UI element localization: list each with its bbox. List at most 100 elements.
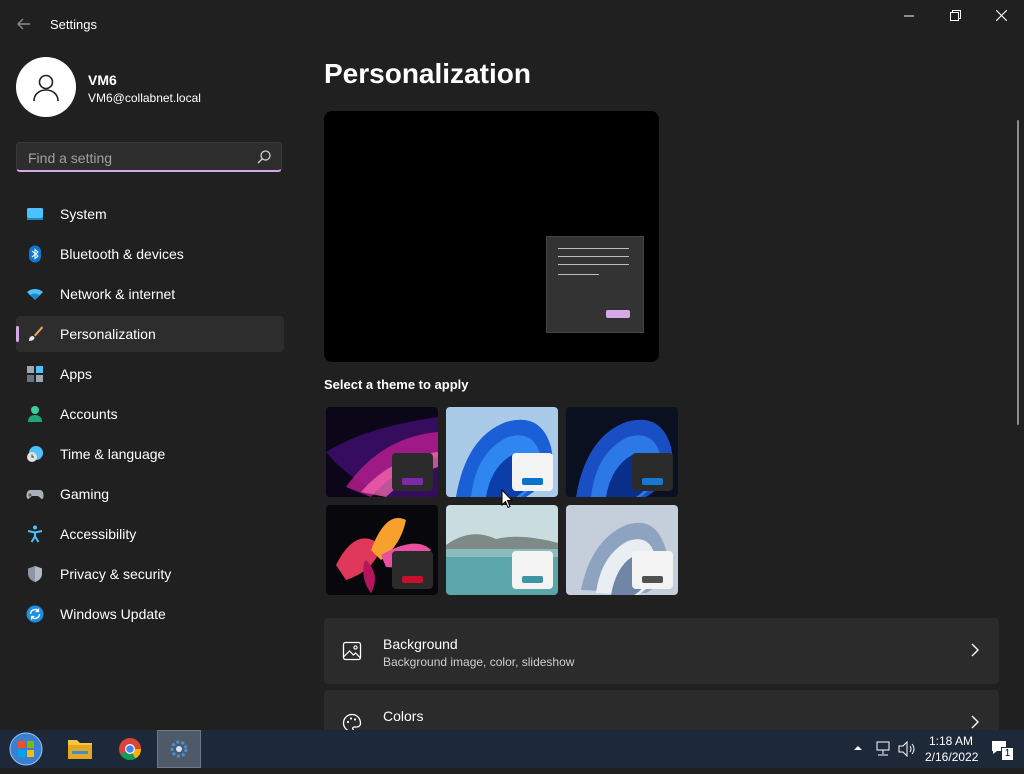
- image-icon: [342, 641, 362, 661]
- theme-card: [392, 551, 433, 589]
- person-icon: [33, 74, 59, 102]
- sidebar-item-label: Accounts: [60, 406, 118, 422]
- theme-tile-bloom-light[interactable]: [446, 407, 558, 497]
- preview-line: [558, 248, 629, 249]
- notification-center-button[interactable]: 1: [990, 738, 1014, 761]
- theme-accent: [402, 576, 423, 583]
- restore-button[interactable]: [932, 0, 978, 32]
- title-bar: Settings: [0, 0, 1024, 48]
- close-button[interactable]: [978, 0, 1024, 32]
- close-icon: [995, 9, 1007, 22]
- minimize-button[interactable]: [886, 0, 932, 32]
- sidebar-item-accessibility[interactable]: Accessibility: [16, 516, 284, 552]
- sidebar-item-label: Gaming: [60, 486, 110, 502]
- sidebar-item-label: Network & internet: [60, 286, 176, 302]
- setting-subtitle: Background image, color, slideshow: [383, 655, 575, 669]
- start-button[interactable]: [4, 730, 48, 768]
- page-title: Personalization: [324, 58, 531, 89]
- sidebar-nav: System Bluetooth & devices Network & int…: [16, 196, 284, 636]
- brush-icon: [29, 326, 43, 341]
- sidebar-item-system[interactable]: System: [16, 196, 284, 232]
- back-button[interactable]: [14, 14, 34, 34]
- theme-accent: [522, 478, 543, 485]
- sidebar-item-label: Windows Update: [60, 606, 166, 622]
- window-title: Settings: [50, 17, 97, 32]
- palette-icon: [342, 713, 362, 730]
- notification-badge: 1: [1001, 747, 1014, 761]
- sidebar-item-windows-update[interactable]: Windows Update: [16, 596, 284, 632]
- theme-card: [512, 453, 553, 491]
- sidebar-item-label: Privacy & security: [60, 566, 172, 582]
- sidebar-item-label: Apps: [60, 366, 92, 382]
- sidebar-item-label: Personalization: [60, 326, 156, 342]
- start-orb-icon: [9, 732, 43, 766]
- wifi-icon: [27, 289, 43, 300]
- setting-row-background[interactable]: Background Background image, color, slid…: [324, 618, 999, 684]
- system-icon: [27, 208, 43, 220]
- user-name: VM6: [88, 72, 117, 88]
- search-icon[interactable]: [256, 149, 272, 165]
- theme-tile-captured-motion[interactable]: [326, 505, 438, 595]
- preview-line: [558, 274, 599, 275]
- shield-icon: [28, 566, 42, 582]
- back-arrow-icon: [17, 18, 30, 30]
- avatar: [16, 57, 76, 117]
- sidebar-item-label: System: [60, 206, 107, 222]
- sidebar-item-apps[interactable]: Apps: [16, 356, 284, 392]
- accounts-icon: [28, 406, 42, 422]
- sidebar-item-time-language[interactable]: Time & language: [16, 436, 284, 472]
- gamepad-icon: [26, 490, 44, 500]
- bluetooth-icon: [29, 245, 41, 263]
- theme-tile-bloom-dark[interactable]: [566, 407, 678, 497]
- theme-accent: [402, 478, 423, 485]
- volume-icon[interactable]: [898, 741, 916, 757]
- setting-row-colors[interactable]: Colors: [324, 690, 999, 730]
- mouse-cursor-icon: [501, 489, 513, 509]
- sidebar-item-accounts[interactable]: Accounts: [16, 396, 284, 432]
- theme-card: [512, 551, 553, 589]
- sidebar-item-personalization[interactable]: Personalization: [16, 316, 284, 352]
- taskbar-settings[interactable]: [157, 730, 201, 768]
- folder-icon: [68, 740, 92, 759]
- chrome-icon: [119, 738, 141, 760]
- clock-date[interactable]: 2/16/2022: [925, 750, 978, 764]
- theme-accent: [642, 478, 663, 485]
- theme-card: [632, 551, 673, 589]
- preview-window: [546, 236, 644, 333]
- search-input[interactable]: [26, 148, 250, 168]
- accessibility-icon: [27, 525, 43, 543]
- theme-preview: [324, 111, 659, 362]
- sidebar-item-label: Time & language: [60, 446, 166, 462]
- preview-line: [558, 264, 629, 265]
- theme-accent: [642, 576, 663, 583]
- sidebar-item-gaming[interactable]: Gaming: [16, 476, 284, 512]
- preview-accent-button: [606, 310, 630, 318]
- clock-globe-icon: [27, 446, 43, 462]
- theme-tile-glow[interactable]: [326, 407, 438, 497]
- sidebar-item-label: Bluetooth & devices: [60, 246, 184, 262]
- taskbar-file-explorer[interactable]: [58, 730, 102, 768]
- taskbar-chrome[interactable]: [108, 730, 152, 768]
- scrollbar[interactable]: [1017, 120, 1019, 425]
- apps-icon: [27, 366, 43, 382]
- search-box[interactable]: [16, 142, 282, 172]
- taskbar: 1:18 AM 2/16/2022 1: [0, 730, 1024, 768]
- network-tray-icon[interactable]: [874, 741, 892, 757]
- preview-line: [558, 256, 629, 257]
- restore-icon: [949, 10, 961, 21]
- theme-tile-sunrise-lake[interactable]: [446, 505, 558, 595]
- user-email: VM6@collabnet.local: [88, 91, 201, 105]
- setting-title: Background: [383, 636, 458, 652]
- setting-title: Colors: [383, 708, 424, 724]
- sidebar-item-network[interactable]: Network & internet: [16, 276, 284, 312]
- clock-time[interactable]: 1:18 AM: [929, 734, 973, 748]
- show-hidden-icons-icon[interactable]: [853, 744, 863, 752]
- user-profile[interactable]: VM6 VM6@collabnet.local: [16, 57, 201, 117]
- sidebar-item-bluetooth[interactable]: Bluetooth & devices: [16, 236, 284, 272]
- settings-gear-icon: [170, 740, 188, 758]
- sidebar-item-privacy-security[interactable]: Privacy & security: [16, 556, 284, 592]
- chevron-right-icon: [971, 715, 979, 729]
- theme-card: [632, 453, 673, 491]
- chevron-right-icon: [971, 643, 979, 657]
- theme-tile-flow-light[interactable]: [566, 505, 678, 595]
